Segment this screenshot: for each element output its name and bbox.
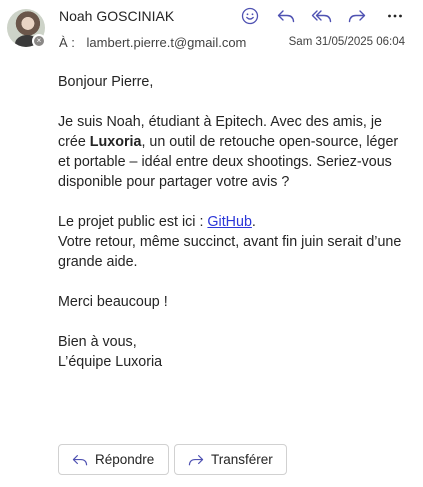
thanks-line: Merci beaucoup ! — [58, 294, 168, 310]
forward-button-label: Transférer — [211, 452, 273, 467]
forward-button[interactable]: Transférer — [174, 444, 287, 475]
forward-icon — [188, 454, 204, 465]
reply-button[interactable]: Répondre — [58, 444, 169, 475]
closing-line: Bien à vous, — [58, 334, 137, 350]
to-label: À : — [59, 35, 75, 50]
forward-icon[interactable] — [345, 5, 369, 27]
signoff: Bien à vous, L’équipe Luxoria — [58, 332, 403, 372]
github-link[interactable]: GitHub — [207, 214, 252, 230]
presence-badge: × — [33, 35, 45, 47]
paragraph-project: Le projet public est ici : GitHub. Votre … — [58, 212, 403, 272]
signature-line: L’équipe Luxoria — [58, 354, 163, 370]
message-header: × Noah GOSCINIAK À : lambert.pierre.t@gm… — [0, 0, 423, 60]
more-icon[interactable] — [383, 5, 407, 27]
project-name: Luxoria — [89, 134, 142, 150]
message-date: Sam 31/05/2025 06:04 — [288, 36, 405, 48]
project-text-start: Le projet public est ici : — [58, 214, 208, 230]
greeting: Bonjour Pierre, — [58, 74, 154, 90]
paragraph-intro: Je suis Noah, étudiant à Epitech. Avec d… — [58, 112, 403, 192]
emoji-icon[interactable] — [238, 5, 262, 27]
reply-icon[interactable] — [274, 5, 298, 27]
project-text-line2: Votre retour, même succinct, avant fin j… — [58, 234, 402, 270]
message-body: Bonjour Pierre, Je suis Noah, étudiant à… — [58, 72, 403, 392]
recipient-address[interactable]: lambert.pierre.t@gmail.com — [87, 35, 247, 50]
sender-name[interactable]: Noah GOSCINIAK — [59, 8, 174, 24]
presence-offline-icon: × — [34, 36, 44, 46]
reply-icon — [72, 454, 88, 465]
reply-button-label: Répondre — [95, 452, 155, 467]
recipient-row: À : lambert.pierre.t@gmail.com — [59, 35, 246, 50]
project-text-end: . — [251, 214, 256, 230]
reply-all-icon[interactable] — [310, 5, 334, 27]
